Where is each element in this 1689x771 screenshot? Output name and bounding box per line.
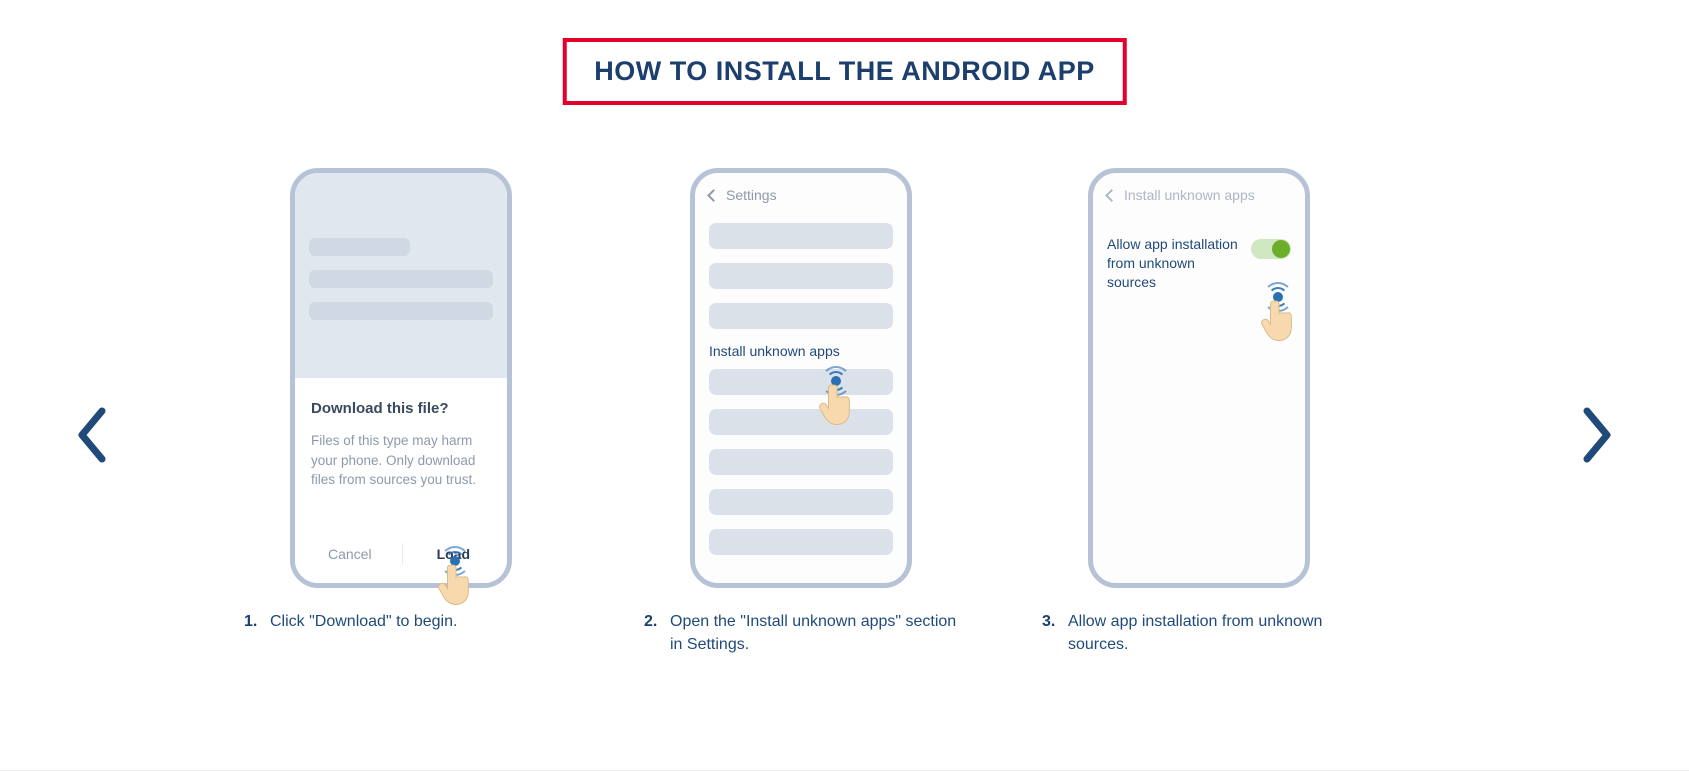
step-number: 2.: [644, 610, 662, 656]
step-3-caption: 3. Allow app installation from unknown s…: [1034, 610, 1364, 656]
step-1-phone-mock: Download this file? Files of this type m…: [290, 168, 512, 588]
step-3: Install unknown apps Allow app installat…: [1034, 168, 1364, 656]
placeholder-row: [709, 303, 893, 329]
step-caption-text: Open the "Install unknown apps" section …: [670, 610, 958, 656]
chevron-left-icon: [707, 189, 720, 202]
allow-unknown-sources-label: Allow app installation from unknown sour…: [1107, 235, 1241, 292]
placeholder-row: [709, 263, 893, 289]
settings-list: Install unknown apps: [695, 217, 907, 555]
step-number: 1.: [244, 610, 262, 633]
dialog-body: Files of this type may harm your phone. …: [311, 431, 491, 490]
page-title-box: HOW TO INSTALL THE ANDROID APP: [562, 38, 1127, 105]
placeholder-line: [309, 238, 410, 256]
step-1-phone-background: [295, 173, 507, 378]
allow-unknown-sources-row: Allow app installation from unknown sour…: [1107, 235, 1291, 292]
step-3-phone-mock: Install unknown apps Allow app installat…: [1088, 168, 1310, 588]
step-caption-text: Click "Download" to begin.: [270, 610, 457, 633]
chevron-left-icon: [74, 407, 108, 463]
placeholder-row: [709, 449, 893, 475]
placeholder-row: [709, 369, 893, 395]
placeholder-line: [309, 302, 493, 320]
allow-unknown-sources-toggle[interactable]: [1251, 239, 1291, 259]
step-caption-text: Allow app installation from unknown sour…: [1068, 610, 1356, 656]
chevron-left-icon: [1105, 189, 1118, 202]
step-2: Settings Install unknown apps 2. Op: [636, 168, 966, 656]
install-unknown-apps-header[interactable]: Install unknown apps: [1093, 173, 1305, 217]
placeholder-line: [309, 270, 493, 288]
toggle-knob: [1272, 240, 1290, 258]
step-2-phone-mock: Settings Install unknown apps: [690, 168, 912, 588]
placeholder-row: [709, 409, 893, 435]
placeholder-row: [709, 529, 893, 555]
load-button[interactable]: Load: [403, 546, 504, 562]
placeholder-row: [709, 489, 893, 515]
install-unknown-apps-row[interactable]: Install unknown apps: [709, 343, 893, 359]
install-unknown-apps-header-label: Install unknown apps: [1124, 187, 1255, 203]
download-confirm-dialog: Download this file? Files of this type m…: [295, 378, 507, 583]
page-title: HOW TO INSTALL THE ANDROID APP: [594, 56, 1095, 87]
dialog-title: Download this file?: [311, 400, 491, 417]
settings-header-label: Settings: [726, 187, 777, 203]
chevron-right-icon: [1581, 407, 1615, 463]
carousel-prev-button[interactable]: [66, 395, 116, 475]
step-number: 3.: [1042, 610, 1060, 656]
placeholder-row: [709, 223, 893, 249]
carousel-next-button[interactable]: [1573, 395, 1623, 475]
step-2-caption: 2. Open the "Install unknown apps" secti…: [636, 610, 966, 656]
settings-header[interactable]: Settings: [695, 173, 907, 217]
step-1-caption: 1. Click "Download" to begin.: [236, 610, 566, 633]
step-1: Download this file? Files of this type m…: [236, 168, 566, 633]
cancel-button[interactable]: Cancel: [298, 546, 402, 562]
